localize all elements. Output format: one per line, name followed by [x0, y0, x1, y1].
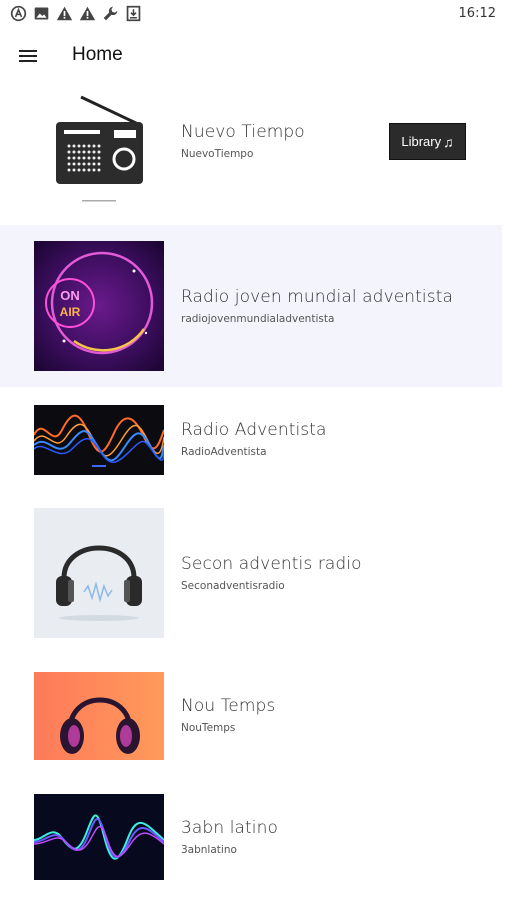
svg-text:ON: ON [60, 288, 80, 303]
warning-icon [56, 6, 73, 21]
station-name: Radio joven mundial adventista [181, 287, 453, 307]
station-slug: 3abnlatino [181, 844, 237, 856]
station-row[interactable]: Secon adventis radio Seconadventisradio [0, 500, 502, 650]
station-name: Secon adventis radio [181, 554, 362, 574]
station-slug: NouTemps [181, 722, 236, 734]
download-box-icon [126, 5, 141, 22]
page-title: Home [72, 44, 123, 65]
status-time: 16:12 [458, 6, 496, 21]
station-slug: RadioAdventista [181, 446, 267, 458]
autofill-a-icon [10, 5, 27, 22]
station-slug: Seconadventisradio [181, 580, 285, 592]
library-label: Library [401, 134, 442, 149]
music-note-icon: ♫ [443, 133, 454, 150]
radio-logo-image [34, 92, 164, 208]
station-name: Nou Temps [181, 696, 276, 716]
station-slug: NuevoTiempo [181, 148, 254, 160]
svg-text:AIR: AIR [60, 305, 81, 319]
station-thumbnail [34, 405, 164, 475]
warning-icon [79, 6, 96, 21]
station-name: Radio Adventista [181, 420, 327, 440]
image-icon [34, 7, 49, 20]
library-button[interactable]: Library ♫ [389, 123, 466, 160]
station-thumbnail [34, 672, 164, 760]
station-row[interactable]: 3abn latino 3abnlatino [0, 782, 502, 892]
station-row[interactable]: Radio Adventista RadioAdventista [0, 395, 502, 490]
status-bar: 16:12 [0, 0, 506, 28]
station-name: 3abn latino [181, 818, 279, 838]
station-row[interactable]: ON AIR Radio joven mundial adventista ra… [0, 225, 502, 387]
app-bar: Home [0, 36, 506, 76]
featured-station-row[interactable]: Nuevo Tiempo NuevoTiempo Library ♫ [0, 88, 502, 218]
hamburger-menu-icon [19, 50, 37, 62]
station-row[interactable]: Nou Temps NouTemps [0, 662, 502, 772]
station-thumbnail [34, 508, 164, 638]
station-name: Nuevo Tiempo [181, 122, 305, 142]
station-slug: radiojovenmundialadventista [181, 313, 335, 325]
wrench-icon [103, 6, 118, 21]
station-thumbnail: ON AIR [34, 241, 164, 371]
station-thumbnail [34, 794, 164, 880]
menu-button[interactable] [16, 44, 40, 68]
